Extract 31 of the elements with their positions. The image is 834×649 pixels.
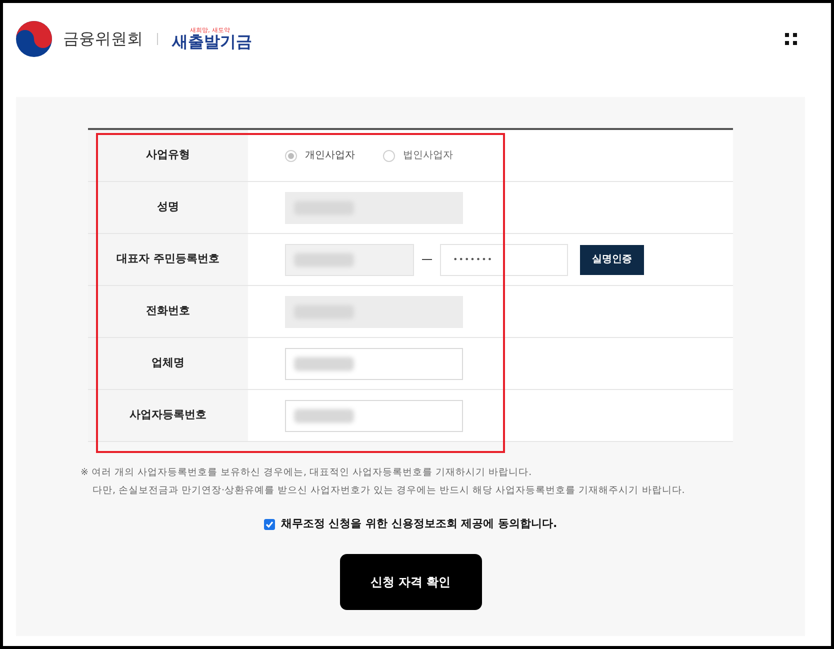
field-label: 사업자등록번호: [130, 407, 206, 424]
blurred-value: [294, 252, 354, 266]
ministry-name: 금융위원회: [63, 28, 143, 50]
notice-text: ※ 여러 개의 사업자등록번호를 보유하신 경우에는, 대표적인 사업자등록번호를 기재하시기 바랍니다.: [80, 466, 533, 480]
submit-button[interactable]: 신청 자격 확인: [340, 554, 482, 610]
input-field[interactable]: [285, 400, 463, 432]
blurred-value: [294, 408, 354, 422]
input-field[interactable]: [285, 296, 463, 328]
input-field[interactable]: [285, 192, 463, 224]
radio-label: 개인사업자: [305, 149, 355, 163]
input-field[interactable]: [285, 348, 463, 380]
consent-checkbox[interactable]: [264, 518, 275, 530]
emblem-icon: [15, 20, 53, 58]
input-field[interactable]: •••••••: [440, 244, 568, 276]
radio-button[interactable]: [285, 150, 297, 162]
verify-button[interactable]: 실명인증: [580, 244, 644, 274]
dash-divider: [422, 259, 432, 260]
field-label: 전화번호: [146, 303, 190, 320]
masked-value: •••••••: [453, 254, 494, 266]
consent-label: 채무조정 신청을 위한 신용정보조회 제공에 동의합니다.: [280, 516, 558, 532]
brand-name: 새출발기금: [172, 34, 252, 50]
field-label: 사업유형: [146, 147, 190, 164]
field-label: 성명: [157, 199, 179, 216]
blurred-value: [294, 356, 354, 370]
notice-text: 다만, 손실보전금과 만기연장·상환유예를 받으신 사업자번호가 있는 경우에는 반드시 해당 사업자등록번호를 기재해주시기 바랍니다.: [92, 484, 686, 498]
radio-button[interactable]: [383, 150, 395, 162]
radio-label: 법인사업자: [403, 149, 453, 163]
field-label: 대표자 주민등록번호: [116, 251, 220, 268]
grid-menu-icon[interactable]: [785, 33, 797, 45]
input-field[interactable]: [285, 244, 414, 276]
field-label: 업체명: [152, 355, 184, 372]
